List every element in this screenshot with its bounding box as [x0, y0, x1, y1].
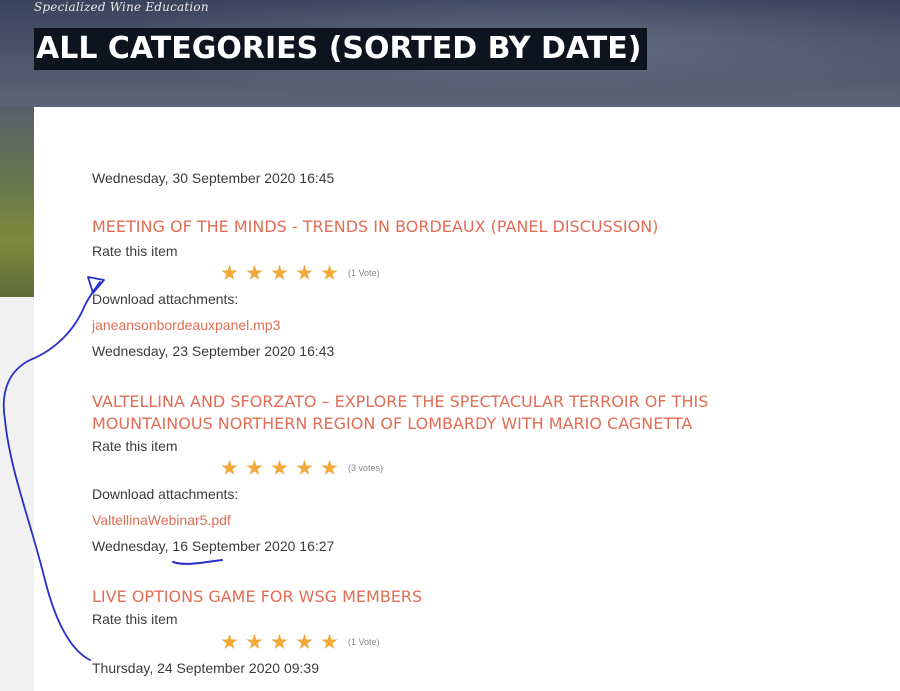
handwritten-annotation — [2, 276, 223, 661]
